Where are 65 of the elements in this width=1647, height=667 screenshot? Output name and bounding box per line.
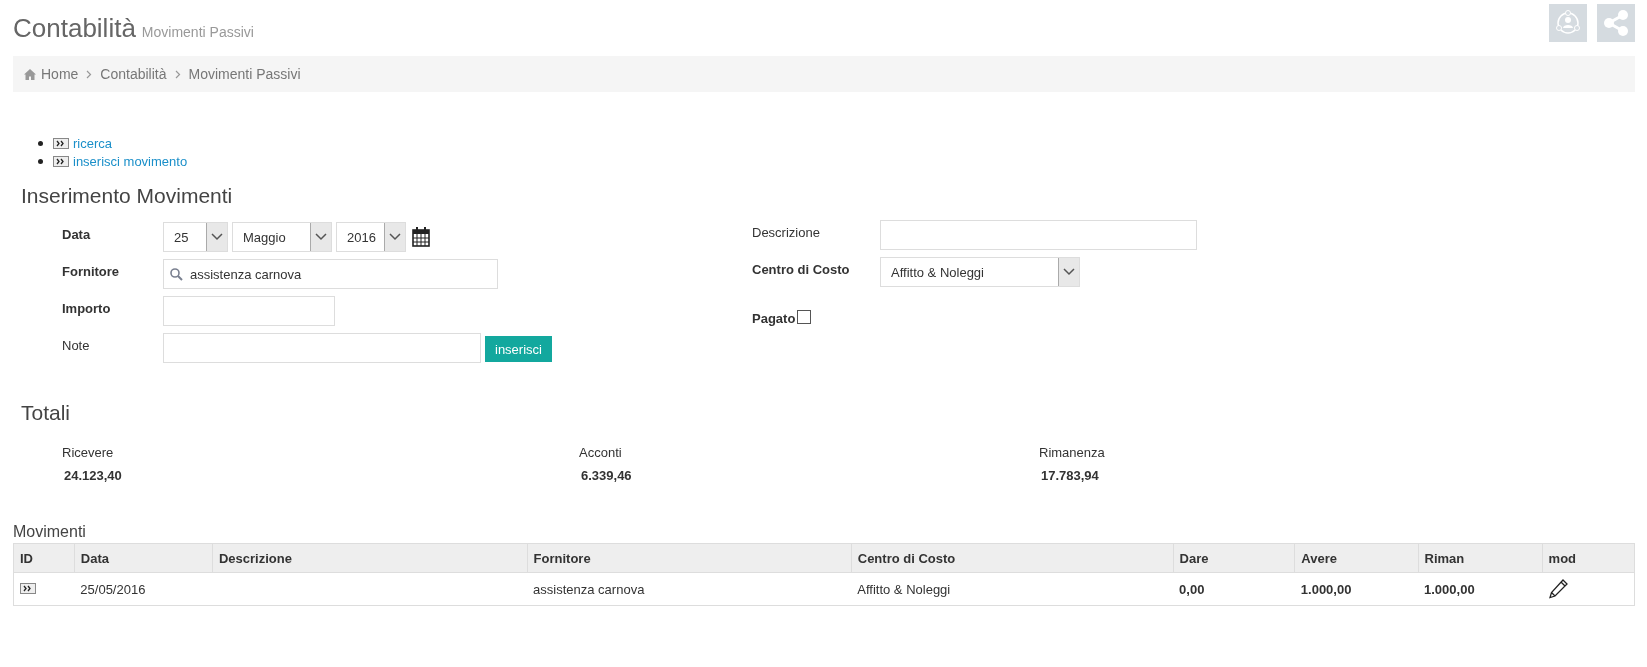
chevron-icon (174, 69, 181, 79)
checkbox[interactable] (797, 309, 812, 324)
share-icon (1602, 9, 1630, 37)
caret-icon (389, 233, 401, 241)
field-label: Descrizione (752, 224, 821, 240)
table-cell: 0,00 (1179, 581, 1205, 597)
field-label: Data (62, 226, 92, 242)
total-label: Acconti (579, 445, 623, 460)
total-value: 17.783,94 (1040, 468, 1100, 483)
share-button[interactable] (1597, 4, 1635, 42)
page-subtitle: Movimenti Passivi (141, 24, 254, 40)
caret-icon (211, 233, 223, 241)
dropdown[interactable]: Affitto & Noleggi (880, 257, 1080, 287)
caret-icon (315, 233, 327, 241)
table-cell: 25/05/2016 (80, 581, 146, 597)
table-title: Movimenti (13, 523, 87, 541)
user-network-icon (1554, 9, 1582, 37)
table-cell: Affitto & Noleggi (857, 581, 951, 597)
open-link[interactable] (20, 582, 36, 594)
table-cell: 1.000,00 (1424, 581, 1475, 597)
field-label: Note (62, 337, 91, 353)
chevron-icon (86, 69, 93, 79)
total-value: 6.339,46 (580, 468, 633, 483)
table-cell: 1.000,00 (1300, 581, 1352, 597)
insert-button[interactable]: inserisci (485, 336, 552, 362)
column-header: Data (74, 543, 213, 573)
dropdown[interactable]: 25 (163, 222, 228, 252)
breadcrumb-link[interactable]: Home (41, 66, 79, 82)
table-cell: assistenza carnova (533, 581, 645, 597)
total-label: Ricevere (62, 445, 115, 460)
form-title: Inserimento Movimenti (21, 184, 234, 208)
column-header: Dare (1173, 543, 1295, 573)
field-label: Importo (62, 300, 112, 316)
page-title: Contabilità (13, 13, 136, 44)
field-label: Fornitore (62, 263, 121, 279)
pencil-icon[interactable] (1548, 579, 1569, 599)
section-title: Totali (21, 401, 72, 425)
breadcrumb-link[interactable]: Movimenti Passivi (188, 66, 301, 82)
column-header: Avere (1294, 543, 1418, 573)
bullet-icon (38, 140, 43, 146)
column-header: Centro di Costo (851, 543, 1174, 573)
home-icon (24, 68, 36, 80)
contacts-button[interactable] (1549, 4, 1587, 42)
input-field[interactable] (880, 220, 1197, 250)
dropdown[interactable]: 2016 (336, 222, 406, 252)
total-label: Rimanenza (1039, 445, 1105, 460)
action-link[interactable]: inserisci movimento (73, 153, 188, 169)
input-field[interactable] (163, 296, 335, 326)
search-icon (170, 267, 183, 281)
column-header: mod (1542, 543, 1635, 573)
breadcrumb-link[interactable]: Contabilità (100, 66, 167, 82)
column-header: Descrizione (212, 543, 528, 573)
column-header: Fornitore (527, 543, 852, 573)
input-field[interactable] (163, 333, 481, 363)
action-link[interactable]: ricerca (73, 135, 112, 151)
total-value: 24.123,40 (63, 468, 123, 483)
column-header: ID (13, 543, 75, 573)
dropdown[interactable]: Maggio (232, 222, 332, 252)
field-label: Centro di Costo (752, 261, 851, 277)
caret-icon (1063, 268, 1075, 276)
bullet-icon (38, 158, 43, 164)
calendar-icon (412, 227, 430, 247)
search-field[interactable]: assistenza carnova (163, 259, 498, 289)
field-label: Pagato (752, 310, 796, 326)
column-header: Riman (1418, 543, 1543, 573)
